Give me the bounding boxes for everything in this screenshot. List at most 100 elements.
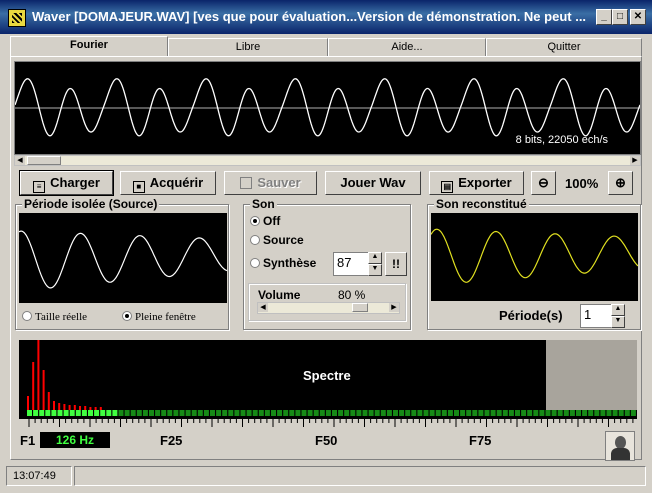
spectrum-marker xyxy=(155,410,161,416)
tab-quitter[interactable]: Quitter xyxy=(486,38,642,56)
waveform-scrollbar[interactable]: ◀ ▶ xyxy=(14,155,641,166)
spectrum-marker xyxy=(478,410,484,416)
volume-left-icon[interactable]: ◀ xyxy=(258,303,268,312)
spectrum-bar xyxy=(99,407,102,410)
tab-aide[interactable]: Aide... xyxy=(328,38,486,56)
spectrum-marker xyxy=(69,410,75,416)
spectrum-marker xyxy=(81,410,87,416)
spectrum-marker xyxy=(374,410,380,416)
period-trace xyxy=(19,230,227,289)
spectrum-bar xyxy=(27,396,29,410)
spectrum-marker xyxy=(173,410,179,416)
spectrum-marker xyxy=(45,410,51,416)
son-reconstitue-title: Son reconstitué xyxy=(434,197,529,211)
spectrum-marker xyxy=(515,410,520,416)
reconstructed-display xyxy=(431,213,638,301)
spectrum-marker xyxy=(405,410,411,416)
spectrum-marker xyxy=(197,410,203,416)
spectrum-bar xyxy=(84,406,87,410)
spectrum-marker xyxy=(161,410,167,416)
app-icon[interactable] xyxy=(8,9,26,27)
spectrum-marker xyxy=(179,410,185,416)
spectrum-marker xyxy=(490,410,496,416)
volume-right-icon[interactable]: ▶ xyxy=(389,303,399,312)
spectrum-marker xyxy=(258,410,264,416)
reconstructed-trace xyxy=(431,228,638,283)
period-display xyxy=(19,213,227,303)
scroll-right-icon[interactable]: ▶ xyxy=(630,156,640,165)
maximize-button[interactable]: □ xyxy=(612,9,628,25)
spectrum-marker xyxy=(94,410,100,416)
exporter-button[interactable]: ▤ Exporter xyxy=(429,171,524,195)
synthese-spinner[interactable]: ▲ ▼ xyxy=(368,252,382,276)
acquerir-button[interactable]: ■ Acquérir xyxy=(120,171,216,195)
spectrum-marker xyxy=(203,410,209,416)
spectrum-marker xyxy=(527,410,533,416)
volume-thumb[interactable] xyxy=(352,303,368,312)
spectrum-bar xyxy=(42,370,45,410)
periode-input[interactable]: 1 xyxy=(580,304,612,328)
taille-reelle-radio[interactable]: Taille réelle xyxy=(22,311,87,323)
spectrum-marker xyxy=(417,410,423,416)
sauver-button[interactable]: Sauver xyxy=(224,171,317,195)
window-title: Waver [DOMAJEUR.WAV] [ves que pour évalu… xyxy=(32,9,587,24)
periode-isolee-title: Période isolée (Source) xyxy=(22,197,160,211)
synthese-input[interactable]: 87 xyxy=(333,252,369,276)
spectrum-marker xyxy=(124,410,130,416)
close-button[interactable]: ✕ xyxy=(630,9,646,25)
spectrum-marker xyxy=(496,410,502,416)
spectrum-marker xyxy=(252,410,258,416)
tab-libre[interactable]: Libre xyxy=(168,38,328,56)
spectrum-ruler xyxy=(28,419,634,427)
charger-button[interactable]: ≡ Charger xyxy=(19,170,114,196)
spectrum-marker xyxy=(118,410,124,416)
son-off-radio[interactable]: Off xyxy=(250,214,280,228)
spectrum-bar xyxy=(63,404,66,410)
spectrum-bar xyxy=(47,392,50,410)
periode-up-icon[interactable]: ▲ xyxy=(611,304,625,316)
f50-label: F50 xyxy=(315,433,338,448)
periode-spinner[interactable]: ▲ ▼ xyxy=(611,304,625,328)
spin-down-icon[interactable]: ▼ xyxy=(368,264,382,276)
spectrum-marker xyxy=(545,410,551,416)
zoom-out-button[interactable]: ⊖ xyxy=(531,171,556,195)
periode-down-icon[interactable]: ▼ xyxy=(611,316,625,328)
spectrum-marker xyxy=(435,410,441,416)
spectrum-marker xyxy=(569,410,575,416)
spectrum-marker xyxy=(472,410,478,416)
son-synthese-radio[interactable]: Synthèse xyxy=(250,256,316,270)
spectrum-marker xyxy=(88,410,93,416)
spectrum-marker xyxy=(271,410,276,416)
status-message xyxy=(74,466,646,486)
scroll-left-icon[interactable]: ◀ xyxy=(15,156,25,165)
spin-up-icon[interactable]: ▲ xyxy=(368,252,382,264)
son-off-dot xyxy=(250,216,260,226)
spectrum-marker xyxy=(630,410,636,416)
status-time: 13:07:49 xyxy=(6,466,72,486)
volume-slider[interactable]: ◀ ▶ xyxy=(257,302,400,314)
spectrum-marker xyxy=(551,410,557,416)
spectrum-display[interactable]: Spectre xyxy=(19,340,637,419)
spectrum-marker xyxy=(502,410,508,416)
spectrum-marker xyxy=(411,410,417,416)
synthese-bang-button[interactable]: !! xyxy=(385,252,407,276)
spectrum-marker xyxy=(283,410,289,416)
zoom-in-button[interactable]: ⊕ xyxy=(608,171,633,195)
minimize-button[interactable]: _ xyxy=(596,9,612,25)
spectrum-marker xyxy=(325,410,331,416)
spectrum-marker xyxy=(234,410,240,416)
pleine-fenetre-radio[interactable]: Pleine fenêtre xyxy=(122,311,196,323)
spectrum-marker xyxy=(356,410,362,416)
volume-label: Volume xyxy=(258,288,301,302)
tab-fourier[interactable]: Fourier xyxy=(10,36,168,56)
jouer-wav-button[interactable]: Jouer Wav xyxy=(325,171,421,195)
son-source-radio[interactable]: Source xyxy=(250,233,304,247)
spectrum-marker xyxy=(600,410,606,416)
title-bar[interactable]: Waver [DOMAJEUR.WAV] [ves que pour évalu… xyxy=(0,0,652,34)
spectrum-marker xyxy=(57,410,63,416)
waveform-display[interactable]: 8 bits, 22050 ech/s xyxy=(14,61,641,155)
spectrum-marker xyxy=(136,410,142,416)
scroll-thumb[interactable] xyxy=(27,156,61,165)
spectrum-marker xyxy=(75,410,81,416)
fourier-portrait-icon[interactable] xyxy=(605,431,635,461)
